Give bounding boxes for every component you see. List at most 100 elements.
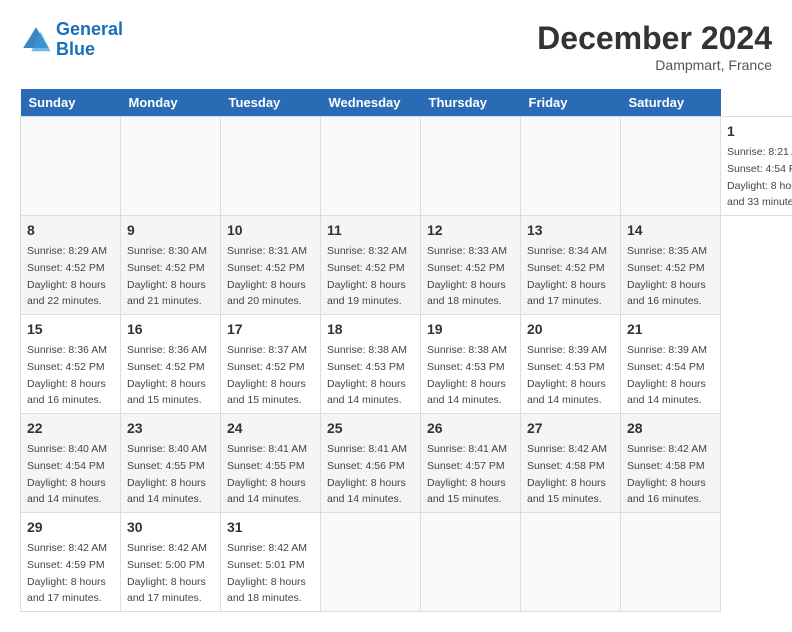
daylight-hours: Daylight: 8 hours and 14 minutes. <box>27 477 106 506</box>
sunrise: Sunrise: 8:37 AM <box>227 344 307 356</box>
sunset: Sunset: 4:53 PM <box>527 361 605 373</box>
day-number: 1 <box>727 121 792 142</box>
sunrise: Sunrise: 8:42 AM <box>227 542 307 554</box>
day-number: 29 <box>27 517 114 538</box>
sunset: Sunset: 4:58 PM <box>527 460 605 472</box>
page-header: General Blue December 2024 Dampmart, Fra… <box>20 20 772 73</box>
day-number: 16 <box>127 319 214 340</box>
col-sunday: Sunday <box>21 89 121 117</box>
table-row: 28 Sunrise: 8:42 AM Sunset: 4:58 PM Dayl… <box>621 414 721 513</box>
daylight-hours: Daylight: 8 hours and 15 minutes. <box>527 477 606 506</box>
table-row: 13 Sunrise: 8:34 AM Sunset: 4:52 PM Dayl… <box>521 216 621 315</box>
table-row: 14 Sunrise: 8:35 AM Sunset: 4:52 PM Dayl… <box>621 216 721 315</box>
sunrise: Sunrise: 8:40 AM <box>127 443 207 455</box>
daylight-hours: Daylight: 8 hours and 17 minutes. <box>527 279 606 308</box>
day-number: 17 <box>227 319 314 340</box>
table-row: 16 Sunrise: 8:36 AM Sunset: 4:52 PM Dayl… <box>121 315 221 414</box>
day-number: 13 <box>527 220 614 241</box>
day-number: 26 <box>427 418 514 439</box>
calendar-week-5: 29 Sunrise: 8:42 AM Sunset: 4:59 PM Dayl… <box>21 513 792 612</box>
logo-icon <box>20 24 52 56</box>
logo-general: General <box>56 19 123 39</box>
table-row: 17 Sunrise: 8:37 AM Sunset: 4:52 PM Dayl… <box>221 315 321 414</box>
table-row: 19 Sunrise: 8:38 AM Sunset: 4:53 PM Dayl… <box>421 315 521 414</box>
daylight-hours: Daylight: 8 hours and 21 minutes. <box>127 279 206 308</box>
sunset: Sunset: 4:53 PM <box>427 361 505 373</box>
sunrise: Sunrise: 8:31 AM <box>227 245 307 257</box>
day-number: 15 <box>27 319 114 340</box>
sunset: Sunset: 4:55 PM <box>227 460 305 472</box>
location: Dampmart, France <box>537 57 772 73</box>
table-row: 1 Sunrise: 8:21 AM Sunset: 4:54 PM Dayli… <box>721 117 792 216</box>
sunset: Sunset: 4:52 PM <box>27 361 105 373</box>
day-number: 11 <box>327 220 414 241</box>
logo: General Blue <box>20 20 123 60</box>
calendar-week-3: 15 Sunrise: 8:36 AM Sunset: 4:52 PM Dayl… <box>21 315 792 414</box>
sunset: Sunset: 4:56 PM <box>327 460 405 472</box>
daylight-hours: Daylight: 8 hours and 14 minutes. <box>627 378 706 407</box>
table-row: 10 Sunrise: 8:31 AM Sunset: 4:52 PM Dayl… <box>221 216 321 315</box>
calendar-week-1: 1 Sunrise: 8:21 AM Sunset: 4:54 PM Dayli… <box>21 117 792 216</box>
day-number: 9 <box>127 220 214 241</box>
sunrise: Sunrise: 8:41 AM <box>227 443 307 455</box>
calendar-week-2: 8 Sunrise: 8:29 AM Sunset: 4:52 PM Dayli… <box>21 216 792 315</box>
table-row: 23 Sunrise: 8:40 AM Sunset: 4:55 PM Dayl… <box>121 414 221 513</box>
day-number: 23 <box>127 418 214 439</box>
sunset: Sunset: 4:58 PM <box>627 460 705 472</box>
table-row: 21 Sunrise: 8:39 AM Sunset: 4:54 PM Dayl… <box>621 315 721 414</box>
day-number: 22 <box>27 418 114 439</box>
sunrise: Sunrise: 8:29 AM <box>27 245 107 257</box>
sunrise: Sunrise: 8:33 AM <box>427 245 507 257</box>
day-number: 28 <box>627 418 714 439</box>
sunrise: Sunrise: 8:32 AM <box>327 245 407 257</box>
sunrise: Sunrise: 8:36 AM <box>127 344 207 356</box>
title-block: December 2024 Dampmart, France <box>537 20 772 73</box>
table-row <box>521 117 621 216</box>
table-row: 31 Sunrise: 8:42 AM Sunset: 5:01 PM Dayl… <box>221 513 321 612</box>
sunset: Sunset: 4:52 PM <box>527 262 605 274</box>
sunset: Sunset: 4:52 PM <box>27 262 105 274</box>
logo-blue: Blue <box>56 39 95 59</box>
day-number: 14 <box>627 220 714 241</box>
sunset: Sunset: 4:53 PM <box>327 361 405 373</box>
sunset: Sunset: 4:54 PM <box>27 460 105 472</box>
sunset: Sunset: 4:52 PM <box>227 361 305 373</box>
sunrise: Sunrise: 8:41 AM <box>327 443 407 455</box>
table-row <box>621 513 721 612</box>
day-number: 8 <box>27 220 114 241</box>
daylight-hours: Daylight: 8 hours and 15 minutes. <box>127 378 206 407</box>
table-row: 27 Sunrise: 8:42 AM Sunset: 4:58 PM Dayl… <box>521 414 621 513</box>
day-number: 30 <box>127 517 214 538</box>
table-row: 8 Sunrise: 8:29 AM Sunset: 4:52 PM Dayli… <box>21 216 121 315</box>
table-row: 12 Sunrise: 8:33 AM Sunset: 4:52 PM Dayl… <box>421 216 521 315</box>
daylight-hours: Daylight: 8 hours and 14 minutes. <box>327 477 406 506</box>
sunset: Sunset: 4:52 PM <box>327 262 405 274</box>
sunrise: Sunrise: 8:42 AM <box>627 443 707 455</box>
sunrise: Sunrise: 8:35 AM <box>627 245 707 257</box>
sunrise: Sunrise: 8:39 AM <box>627 344 707 356</box>
sunrise: Sunrise: 8:38 AM <box>427 344 507 356</box>
sunrise: Sunrise: 8:34 AM <box>527 245 607 257</box>
calendar-table: Sunday Monday Tuesday Wednesday Thursday… <box>20 89 792 612</box>
sunrise: Sunrise: 8:42 AM <box>527 443 607 455</box>
day-number: 31 <box>227 517 314 538</box>
daylight-hours: Daylight: 8 hours and 15 minutes. <box>227 378 306 407</box>
table-row <box>421 117 521 216</box>
daylight-hours: Daylight: 8 hours and 16 minutes. <box>27 378 106 407</box>
sunrise: Sunrise: 8:30 AM <box>127 245 207 257</box>
sunrise: Sunrise: 8:36 AM <box>27 344 107 356</box>
table-row: 24 Sunrise: 8:41 AM Sunset: 4:55 PM Dayl… <box>221 414 321 513</box>
daylight-hours: Daylight: 8 hours and 22 minutes. <box>27 279 106 308</box>
sunset: Sunset: 4:59 PM <box>27 559 105 571</box>
day-number: 10 <box>227 220 314 241</box>
table-row <box>321 117 421 216</box>
table-row: 11 Sunrise: 8:32 AM Sunset: 4:52 PM Dayl… <box>321 216 421 315</box>
col-friday: Friday <box>521 89 621 117</box>
table-row: 20 Sunrise: 8:39 AM Sunset: 4:53 PM Dayl… <box>521 315 621 414</box>
day-number: 25 <box>327 418 414 439</box>
sunrise: Sunrise: 8:42 AM <box>127 542 207 554</box>
day-number: 24 <box>227 418 314 439</box>
daylight-hours: Daylight: 8 hours and 15 minutes. <box>427 477 506 506</box>
day-number: 21 <box>627 319 714 340</box>
daylight-hours: Daylight: 8 hours and 18 minutes. <box>227 576 306 605</box>
